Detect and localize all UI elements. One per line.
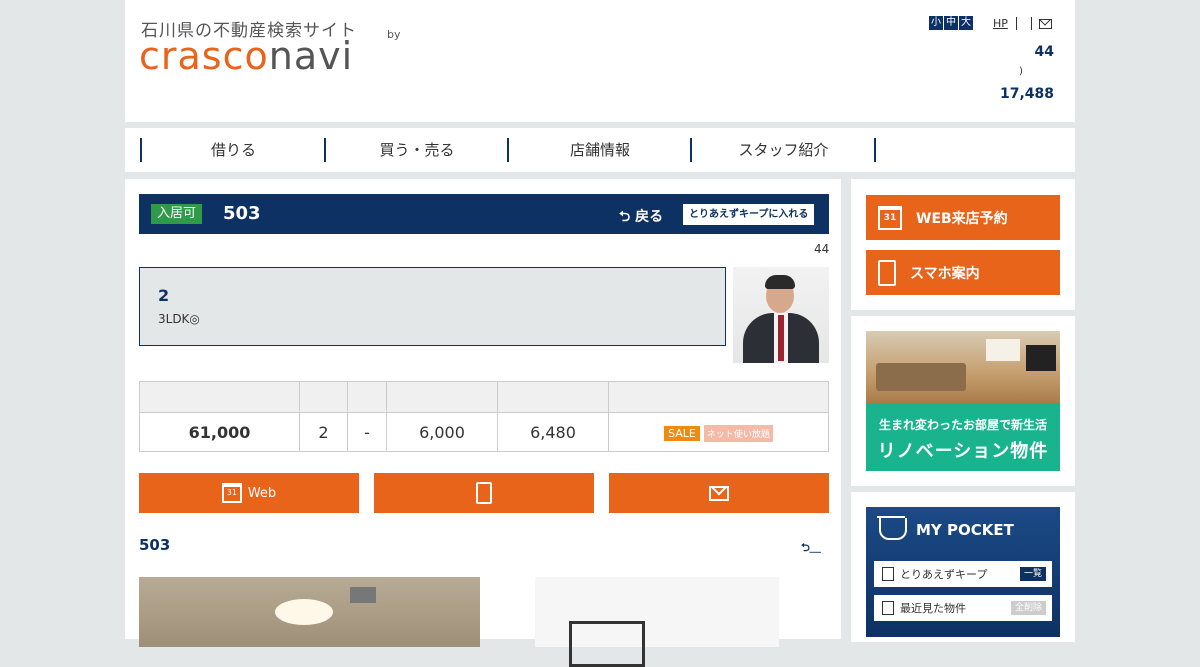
photo-vent <box>350 587 376 603</box>
pocket-icon <box>877 516 907 540</box>
web-reserve-button[interactable]: 31 Web <box>139 473 359 513</box>
calendar-icon: 31 <box>878 205 902 230</box>
info-title: 2 <box>158 286 170 305</box>
my-pocket: MY POCKET とりあえずキープ 一覧 最近見た物件 全削除 <box>866 507 1060 637</box>
banner-title: リノベーション物件 <box>877 441 1049 462</box>
cell-value: 6,480 <box>497 412 609 452</box>
nav-item-staff[interactable]: スタッフ紹介 <box>690 138 875 162</box>
staff-photo <box>733 267 829 363</box>
by-label: by <box>387 28 401 41</box>
hp-link[interactable]: HP <box>993 17 1008 30</box>
side-mobile-label: スマホ案内 <box>910 265 980 282</box>
divider <box>1016 17 1017 30</box>
site-logo[interactable]: crasconavi <box>139 34 353 78</box>
nav-item-shops[interactable]: 店舗情報 <box>507 138 691 162</box>
back-button[interactable]: ⮌ 戻る <box>619 206 663 230</box>
room-number: 503 <box>223 203 261 224</box>
price-table-header <box>139 381 829 413</box>
pocket-keep-row[interactable]: とりあえずキープ 一覧 <box>874 561 1052 587</box>
mail-icon[interactable] <box>1039 19 1052 29</box>
pocket-recent-row[interactable]: 最近見た物件 全削除 <box>874 595 1052 621</box>
header-cell <box>139 381 300 413</box>
section-back-link[interactable]: ⮌＿ <box>801 539 821 558</box>
side-web-reserve-label: WEB来店予約 <box>916 210 1008 227</box>
nav-divider <box>874 138 876 162</box>
font-size-large-button[interactable]: 大 <box>959 16 973 30</box>
photo-lamp <box>275 599 333 625</box>
photo-count: 44 <box>814 242 830 256</box>
side-mobile-button[interactable]: スマホ案内 <box>866 250 1060 295</box>
back-arrow-icon: ⮌ <box>619 209 631 225</box>
side-banner-box: 生まれ変わったお部屋で新生活 リノベーション物件 <box>851 316 1075 486</box>
floor-plan-outline <box>569 621 645 667</box>
feature-tags: SALE ネット使い放題 <box>608 412 829 452</box>
banner-subtitle: 生まれ変わったお部屋で新生活 <box>878 418 1047 432</box>
calendar-icon: 31 <box>221 483 242 503</box>
font-size-medium-button[interactable]: 中 <box>944 16 958 30</box>
list-icon <box>882 567 894 581</box>
cell-value: 6,000 <box>386 412 498 452</box>
banner-caption: 生まれ変わったお部屋で新生活 リノベーション物件 <box>866 404 1060 471</box>
pocket-recent-label: 最近見た物件 <box>900 602 966 615</box>
renovation-banner[interactable]: 生まれ変わったお部屋で新生活 リノベーション物件 <box>866 331 1060 471</box>
font-size-switcher: 小 中 大 <box>929 16 973 30</box>
internet-tag: ネット使い放題 <box>703 425 773 442</box>
logo-crasco: crasco <box>139 34 269 78</box>
property-count-bottom: 17,488 <box>999 86 1054 102</box>
property-count-top: 44 <box>1034 44 1054 60</box>
header-cell <box>299 381 348 413</box>
nav-item-rent[interactable]: 借りる <box>140 138 325 162</box>
side-actions: 31 WEB来店予約 スマホ案内 <box>851 179 1075 310</box>
pocket-title: MY POCKET <box>916 521 1014 539</box>
banner-sofa <box>876 363 966 391</box>
banner-room-image <box>866 331 1060 404</box>
cell-value: 2 <box>299 412 348 452</box>
header-cell <box>497 381 609 413</box>
header-cell <box>347 381 387 413</box>
font-size-small-button[interactable]: 小 <box>929 16 943 30</box>
paren-text: ) <box>1019 66 1023 77</box>
back-label: 戻る <box>635 209 664 225</box>
section-title: 503 <box>139 536 171 554</box>
property-title-bar: 入居可 503 ⮌ 戻る とりあえずキープに入れる <box>139 194 829 234</box>
nav-item-buy-sell[interactable]: 買う・売る <box>324 138 508 162</box>
price-table: 61,000 2 - 6,000 6,480 SALE ネット使い放題 <box>139 381 829 452</box>
status-badge: 入居可 <box>151 204 203 224</box>
floor-plan[interactable] <box>535 577 779 667</box>
web-label: Web <box>247 485 277 501</box>
room-photo[interactable] <box>139 577 480 647</box>
logo-navi: navi <box>268 34 354 78</box>
global-nav: 借りる 買う・売る 店舗情報 スタッフ紹介 <box>125 128 1075 172</box>
header-cell <box>608 381 829 413</box>
divider <box>1031 17 1032 30</box>
pocket-keep-list-button[interactable]: 一覧 <box>1019 567 1046 581</box>
phone-icon <box>878 259 896 286</box>
phone-icon <box>476 482 492 504</box>
property-detail: 入居可 503 ⮌ 戻る とりあえずキープに入れる 44 2 3LDK◎ 61,… <box>125 179 841 667</box>
banner-tv <box>1026 345 1056 371</box>
info-layout: 3LDK◎ <box>158 312 200 326</box>
envelope-icon <box>709 485 729 501</box>
side-web-reserve-button[interactable]: 31 WEB来店予約 <box>866 195 1060 240</box>
history-icon <box>882 601 894 615</box>
pocket-keep-label: とりあえずキープ <box>900 568 988 581</box>
header-cell <box>386 381 498 413</box>
keep-button[interactable]: とりあえずキープに入れる <box>683 204 815 225</box>
photo-tie <box>778 315 784 361</box>
cell-value: - <box>347 412 387 452</box>
pocket-recent-clear-button[interactable]: 全削除 <box>1010 601 1046 615</box>
photo-hair <box>765 275 795 289</box>
price-table-row: 61,000 2 - 6,000 6,480 SALE ネット使い放題 <box>139 412 829 452</box>
my-pocket-box: MY POCKET とりあえずキープ 一覧 最近見た物件 全削除 <box>851 492 1075 642</box>
site-header: 石川県の不動産検索サイト crasconavi by 小 中 大 HP 44 )… <box>125 0 1075 122</box>
sale-tag: SALE <box>664 426 700 441</box>
mail-button[interactable] <box>609 473 829 513</box>
rent-value: 61,000 <box>139 412 300 452</box>
property-info-box: 2 3LDK◎ <box>139 267 726 346</box>
banner-window <box>986 339 1020 361</box>
phone-button[interactable] <box>374 473 594 513</box>
